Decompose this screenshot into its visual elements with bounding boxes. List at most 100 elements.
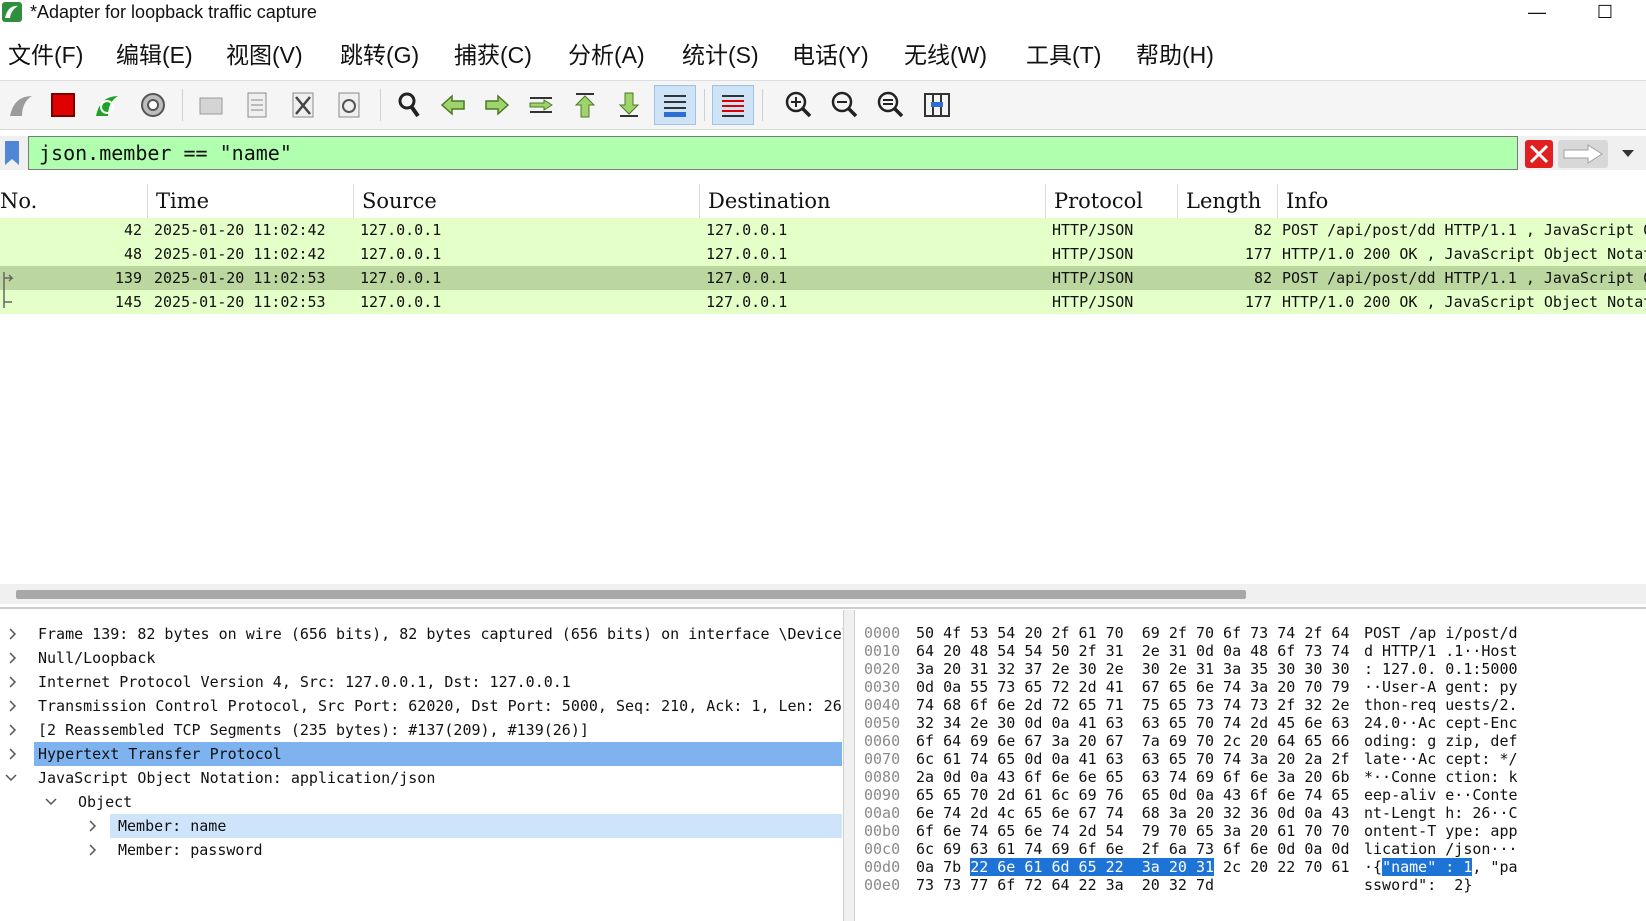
request-marker-icon: [3, 272, 14, 290]
bytes-row[interactable]: 0070 6c 61 74 65 0d 0a 41 63 63 65 70 74 …: [856, 750, 1646, 768]
scrollbar-thumb[interactable]: [16, 590, 1246, 599]
tree-item-http[interactable]: Hypertext Transfer Protocol: [0, 742, 844, 766]
tree-item-label: Object: [78, 793, 133, 811]
menu-file[interactable]: 文件(F): [8, 40, 83, 70]
bytes-hex: 64 20 48 54 54 50 2f 31 2e 31 0d 0a 48 6…: [916, 642, 1350, 660]
open-file-icon[interactable]: [190, 85, 232, 125]
tree-item-member-password[interactable]: Member: password: [0, 838, 844, 862]
chevron-right-icon[interactable]: [6, 622, 20, 646]
autoscroll-icon[interactable]: [654, 85, 696, 125]
restart-capture-icon[interactable]: [86, 85, 128, 125]
col-header-info[interactable]: Info: [1278, 184, 1646, 218]
menu-help[interactable]: 帮助(H): [1136, 40, 1214, 70]
bytes-hex-highlight: 22 6e 61 6d 65 22 3a 20 31: [970, 858, 1215, 876]
capture-options-icon[interactable]: [132, 85, 174, 125]
maximize-button[interactable]: ☐: [1582, 0, 1628, 26]
chevron-right-icon[interactable]: [86, 814, 100, 838]
save-file-icon[interactable]: [236, 85, 278, 125]
bytes-row[interactable]: 0050 32 34 2e 30 0d 0a 41 63 63 65 70 74 …: [856, 714, 1646, 732]
go-back-icon[interactable]: [432, 85, 474, 125]
bytes-row[interactable]: 0020 3a 20 31 32 37 2e 30 2e 30 2e 31 3a …: [856, 660, 1646, 678]
bytes-row[interactable]: 00c0 6c 69 63 61 74 69 6f 6e 2f 6a 73 6f …: [856, 840, 1646, 858]
filter-bookmark-icon[interactable]: [4, 140, 20, 166]
chevron-right-icon[interactable]: [6, 646, 20, 670]
bytes-hex: 0a 7b 22 6e 61 6d 65 22 3a 20 31 2c 20 2…: [916, 858, 1350, 876]
chevron-down-icon[interactable]: [44, 790, 58, 814]
bytes-row[interactable]: 0040 74 68 6f 6e 2d 72 65 71 75 65 73 74 …: [856, 696, 1646, 714]
packet-info: HTTP/1.0 200 OK , JavaScript Object Nota…: [1282, 293, 1646, 311]
last-packet-icon[interactable]: [608, 85, 650, 125]
shark-fin-start-icon[interactable]: [0, 85, 42, 125]
chevron-right-icon[interactable]: [6, 718, 20, 742]
col-header-source[interactable]: Source: [354, 184, 700, 218]
col-header-no[interactable]: No.: [0, 184, 148, 218]
menu-view[interactable]: 视图(V): [226, 40, 303, 70]
zoom-out-icon[interactable]: [824, 85, 866, 125]
bytes-row[interactable]: 00d0 0a 7b 22 6e 61 6d 65 22 3a 20 31 2c …: [856, 858, 1646, 876]
stop-capture-icon[interactable]: [42, 85, 84, 125]
details-bytes-splitter[interactable]: [843, 610, 855, 921]
tree-item-tcp[interactable]: Transmission Control Protocol, Src Port:…: [0, 694, 844, 718]
go-forward-icon[interactable]: [476, 85, 518, 125]
chevron-right-icon[interactable]: [86, 838, 100, 862]
menu-capture[interactable]: 捕获(C): [454, 40, 532, 70]
tree-item-json[interactable]: JavaScript Object Notation: application/…: [0, 766, 844, 790]
bytes-hex: 3a 20 31 32 37 2e 30 2e 30 2e 31 3a 35 3…: [916, 660, 1350, 678]
zoom-normal-icon[interactable]: [870, 85, 912, 125]
close-file-icon[interactable]: [282, 85, 324, 125]
bytes-hex: 65 65 70 2d 61 6c 69 76 65 0d 0a 43 6f 6…: [916, 786, 1350, 804]
tree-item-frame[interactable]: Frame 139: 82 bytes on wire (656 bits), …: [0, 622, 844, 646]
tree-item-null-loopback[interactable]: Null/Loopback: [0, 646, 844, 670]
tree-item-object[interactable]: Object: [0, 790, 844, 814]
display-filter-input[interactable]: json.member == "name": [28, 136, 1518, 170]
col-header-time[interactable]: Time: [148, 184, 354, 218]
zoom-in-icon[interactable]: [778, 85, 820, 125]
menu-go[interactable]: 跳转(G): [340, 40, 419, 70]
filter-history-chevron-down-icon[interactable]: [1614, 140, 1642, 168]
menu-telephony[interactable]: 电话(Y): [792, 40, 869, 70]
bytes-row[interactable]: 00b0 6f 6e 74 65 6e 74 2d 54 79 70 65 3a …: [856, 822, 1646, 840]
tree-item-member-name[interactable]: Member: name: [0, 814, 844, 838]
packet-row[interactable]: 42 2025-01-20 11:02:42 127.0.0.1 127.0.0…: [0, 218, 1646, 242]
bytes-ascii: *··Conne ction: k: [1364, 768, 1518, 786]
menu-edit[interactable]: 编辑(E): [116, 40, 193, 70]
packet-list-horizontal-scrollbar[interactable]: [0, 584, 1646, 604]
clear-filter-icon[interactable]: [1525, 140, 1553, 168]
chevron-right-icon[interactable]: [6, 742, 20, 766]
find-packet-icon[interactable]: [388, 85, 430, 125]
col-header-protocol[interactable]: Protocol: [1046, 184, 1178, 218]
bytes-row[interactable]: 00e0 73 73 77 6f 72 64 22 3a 20 32 7d sswo…: [856, 876, 1646, 894]
menu-tools[interactable]: 工具(T): [1026, 40, 1101, 70]
bytes-row[interactable]: 0010 64 20 48 54 54 50 2f 31 2e 31 0d 0a …: [856, 642, 1646, 660]
pane-splitter[interactable]: [0, 607, 1646, 609]
packet-row[interactable]: 145 2025-01-20 11:02:53 127.0.0.1 127.0.…: [0, 290, 1646, 314]
minimize-button[interactable]: —: [1514, 0, 1560, 26]
chevron-down-icon[interactable]: [4, 766, 18, 790]
menu-analyze[interactable]: 分析(A): [568, 40, 645, 70]
reload-file-icon[interactable]: [328, 85, 370, 125]
packet-row-selected[interactable]: 139 2025-01-20 11:02:53 127.0.0.1 127.0.…: [0, 266, 1646, 290]
menu-wireless[interactable]: 无线(W): [904, 40, 987, 70]
bytes-row[interactable]: 00a0 6e 74 2d 4c 65 6e 67 74 68 3a 20 32 …: [856, 804, 1646, 822]
bytes-row[interactable]: 0090 65 65 70 2d 61 6c 69 76 65 0d 0a 43 …: [856, 786, 1646, 804]
col-header-length[interactable]: Length: [1178, 184, 1278, 218]
col-header-destination[interactable]: Destination: [700, 184, 1046, 218]
tree-item-ipv4[interactable]: Internet Protocol Version 4, Src: 127.0.…: [0, 670, 844, 694]
resize-columns-icon[interactable]: [916, 85, 958, 125]
bytes-row[interactable]: 0030 0d 0a 55 73 65 72 2d 41 67 65 6e 74 …: [856, 678, 1646, 696]
packet-row[interactable]: 48 2025-01-20 11:02:42 127.0.0.1 127.0.0…: [0, 242, 1646, 266]
first-packet-icon[interactable]: [564, 85, 606, 125]
chevron-right-icon[interactable]: [6, 694, 20, 718]
menu-statistics[interactable]: 统计(S): [682, 40, 759, 70]
colorize-icon[interactable]: [712, 85, 754, 125]
packet-length: 177: [1244, 293, 1272, 311]
go-to-packet-icon[interactable]: [520, 85, 562, 125]
apply-filter-arrow-icon[interactable]: [1558, 140, 1608, 168]
filter-expression[interactable]: json.member == "name": [39, 140, 292, 166]
tree-item-reassembled[interactable]: [2 Reassembled TCP Segments (235 bytes):…: [0, 718, 844, 742]
toolbar-separator: [762, 89, 763, 121]
chevron-right-icon[interactable]: [6, 670, 20, 694]
bytes-row[interactable]: 0000 50 4f 53 54 20 2f 61 70 69 2f 70 6f …: [856, 624, 1646, 642]
bytes-row[interactable]: 0080 2a 0d 0a 43 6f 6e 6e 65 63 74 69 6f …: [856, 768, 1646, 786]
bytes-row[interactable]: 0060 6f 64 69 6e 67 3a 20 67 7a 69 70 2c …: [856, 732, 1646, 750]
